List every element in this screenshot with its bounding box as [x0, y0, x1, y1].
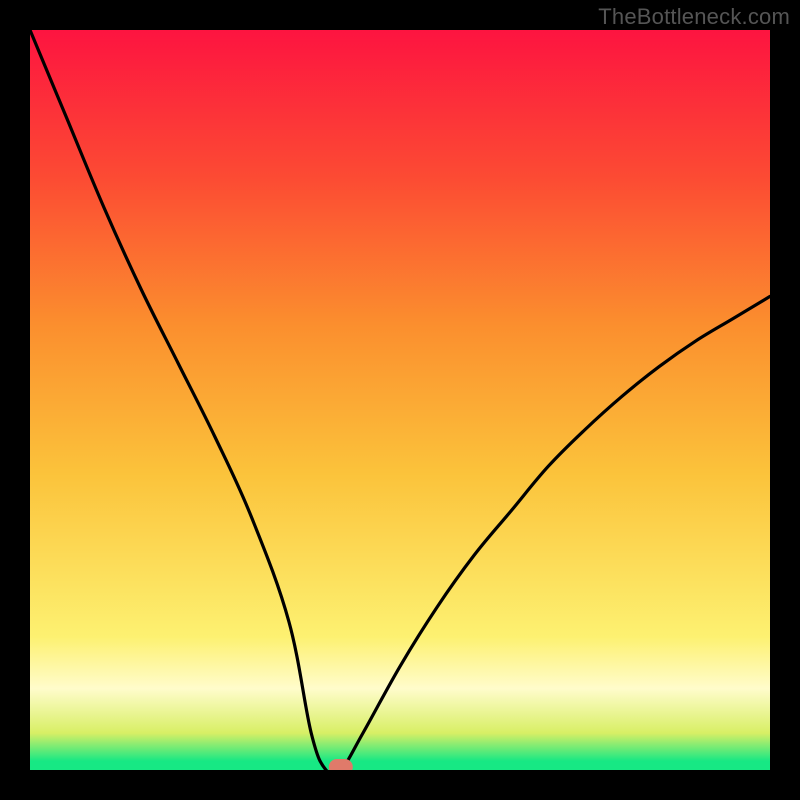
gradient-background	[30, 30, 770, 770]
chart-frame: TheBottleneck.com	[0, 0, 800, 800]
bottleneck-chart	[30, 30, 770, 770]
watermark-text: TheBottleneck.com	[598, 4, 790, 30]
optimum-marker	[329, 759, 353, 770]
